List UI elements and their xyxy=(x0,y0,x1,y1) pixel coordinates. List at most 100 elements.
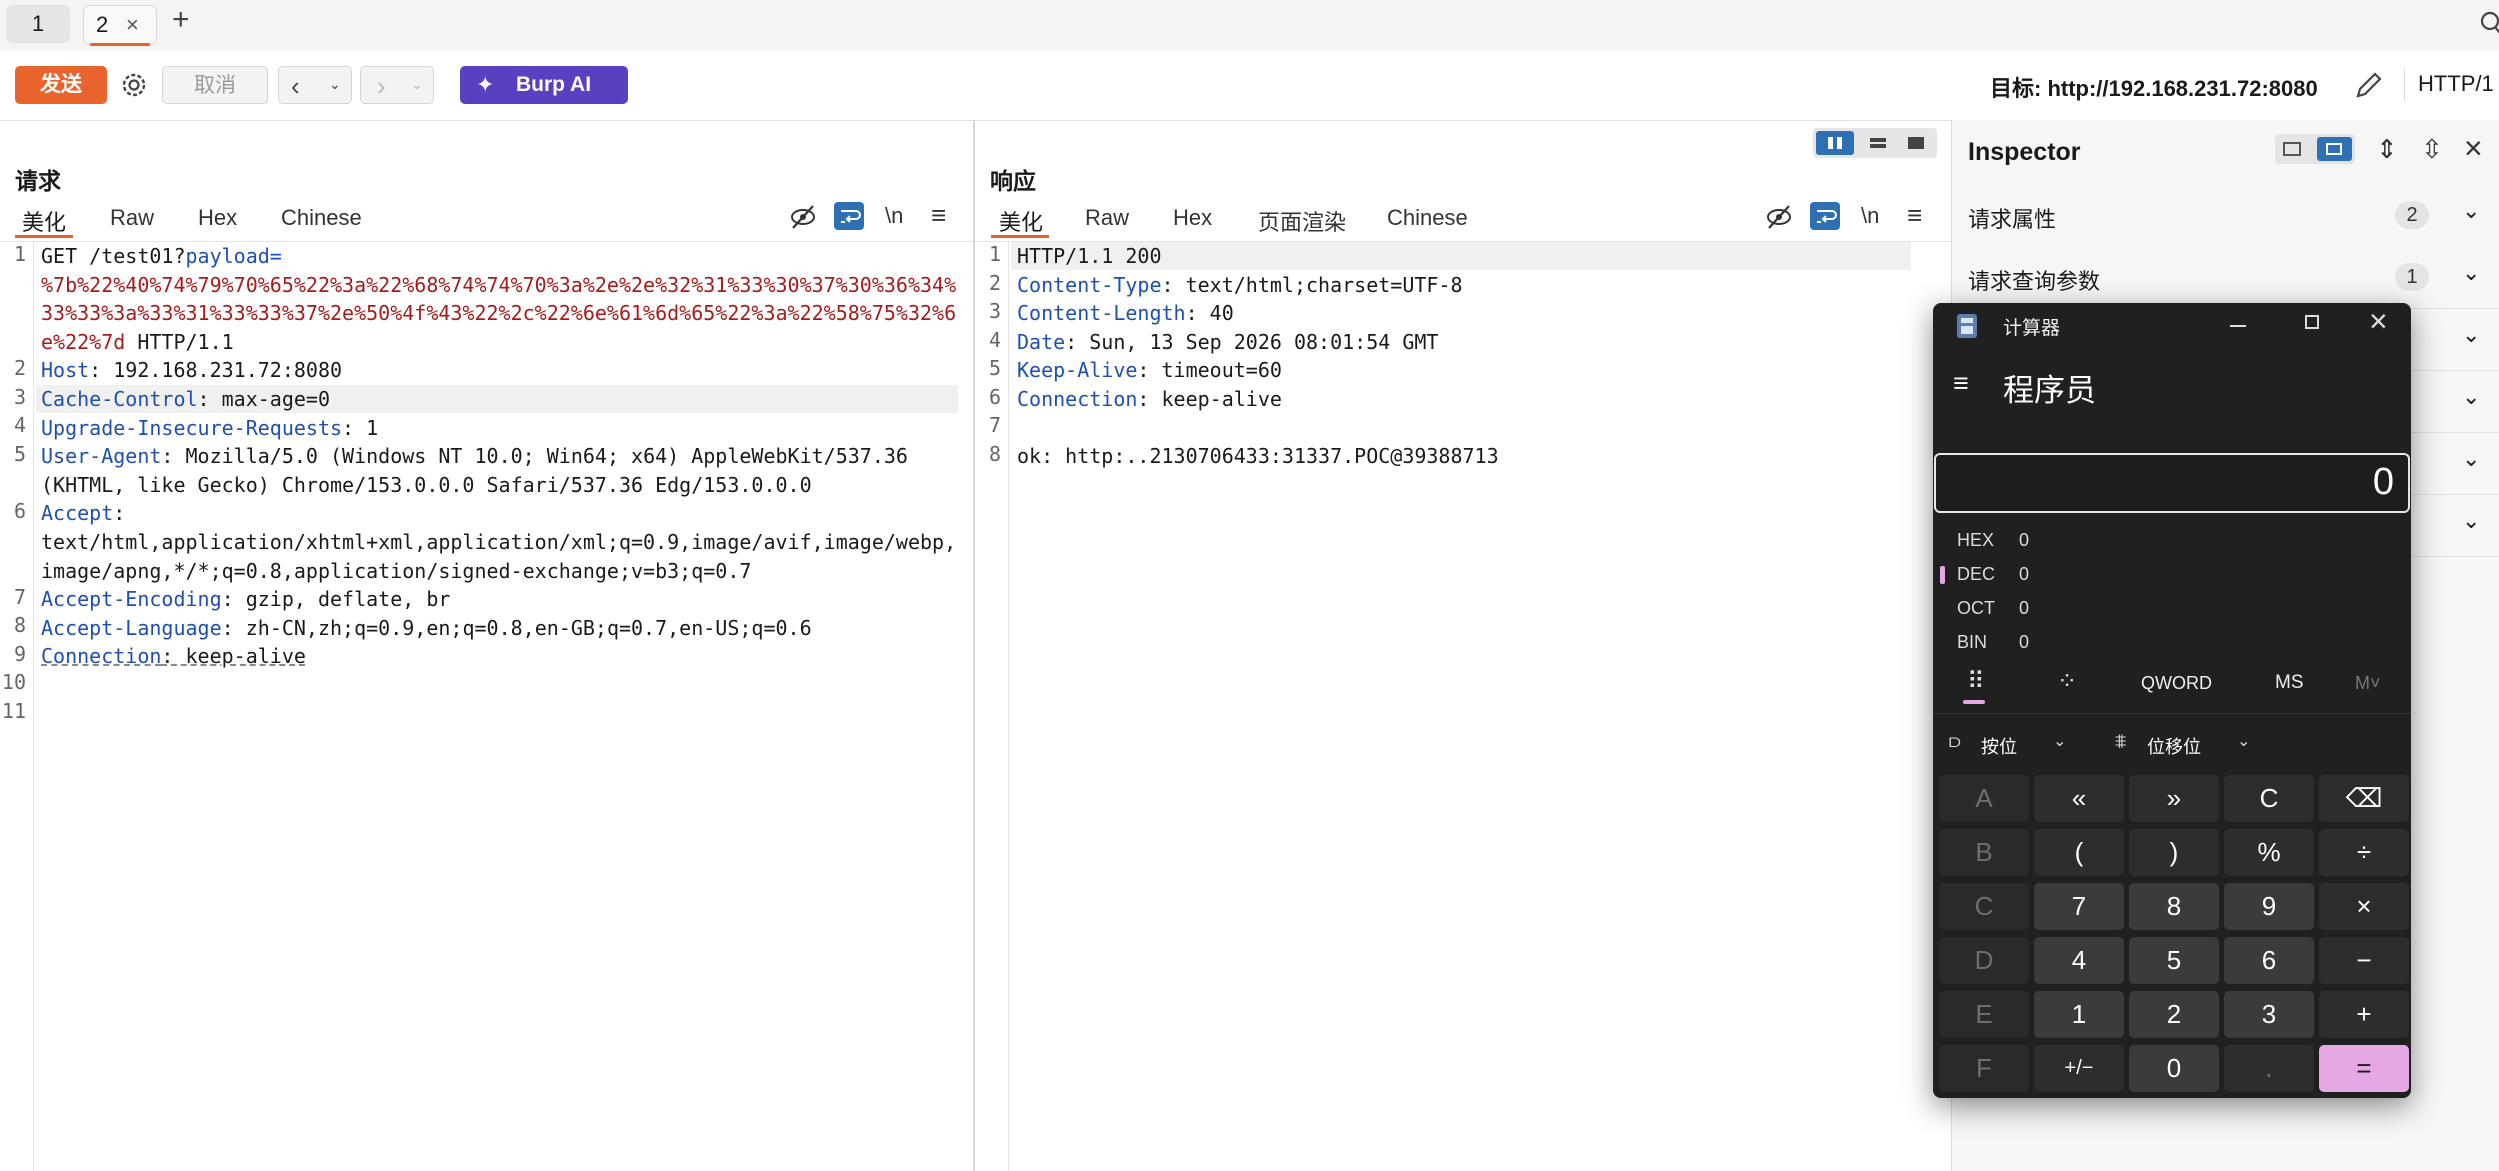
key-decimal[interactable]: . xyxy=(2224,1045,2314,1092)
request-editor[interactable]: GET /test01?payload= %7b%22%40%74%79%70%6… xyxy=(41,242,956,671)
key-modulo[interactable]: % xyxy=(2224,829,2314,876)
key-backspace[interactable]: ⌫ xyxy=(2319,775,2409,822)
key-clear[interactable]: C xyxy=(2224,775,2314,822)
tab-label: 1 xyxy=(31,11,45,36)
hide-icon[interactable] xyxy=(1765,203,1793,231)
key-5[interactable]: 5 xyxy=(2129,937,2219,984)
key-6[interactable]: 6 xyxy=(2224,937,2314,984)
tab-pretty[interactable]: 美化 xyxy=(22,205,66,237)
inspector-row-query-params[interactable]: 请求查询参数 1 ⌄ xyxy=(1952,246,2499,309)
key-2[interactable]: 2 xyxy=(2129,991,2219,1038)
key-3[interactable]: 3 xyxy=(2224,991,2314,1038)
response-editor[interactable]: HTTP/1.1 200 Content-Type: text/html;char… xyxy=(1017,242,1499,471)
tab-2[interactable]: 2 × xyxy=(83,5,157,46)
query-param-value: 33%33%3a%33%31%33%33%37%2e%50%4f%43%22%2… xyxy=(41,301,957,326)
forward-button[interactable]: › ⌄ xyxy=(360,66,434,104)
back-button[interactable]: ‹ ⌄ xyxy=(278,66,352,104)
close-icon[interactable]: × xyxy=(126,6,139,44)
sparkle-icon: ✦ xyxy=(476,72,495,97)
key-4[interactable]: 4 xyxy=(2034,937,2124,984)
active-tab-indicator xyxy=(90,43,150,46)
key-hex-c[interactable]: C xyxy=(1939,883,2029,930)
tab-raw[interactable]: Raw xyxy=(110,205,154,231)
header-value: : keep-alive xyxy=(161,644,306,669)
hide-icon[interactable] xyxy=(789,203,817,231)
key-close-paren[interactable]: ) xyxy=(2129,829,2219,876)
wrap-toggle-icon[interactable] xyxy=(834,202,864,230)
tab-render[interactable]: 页面渲染 xyxy=(1258,205,1346,237)
tab-pretty[interactable]: 美化 xyxy=(999,205,1043,237)
key-right-shift[interactable]: » xyxy=(2129,775,2219,822)
key-hex-b[interactable]: B xyxy=(1939,829,2029,876)
menu-icon[interactable]: ≡ xyxy=(931,200,946,231)
chevron-down-icon[interactable]: ⌄ xyxy=(2462,260,2480,286)
line-number: 11 xyxy=(1,699,26,723)
inspector-row-request-attributes[interactable]: 请求属性 2 ⌄ xyxy=(1952,184,2499,247)
key-equals[interactable]: = xyxy=(2319,1045,2409,1092)
panel-right-icon[interactable] xyxy=(2317,137,2352,161)
key-add[interactable]: + xyxy=(2319,991,2409,1038)
gear-icon[interactable] xyxy=(118,69,150,101)
tab-chinese[interactable]: Chinese xyxy=(281,205,362,231)
http-version-button[interactable]: HTTP/1 xyxy=(2418,71,2494,97)
chevron-down-icon[interactable]: ⌄ xyxy=(2462,508,2480,534)
chevron-down-icon[interactable]: ⌄ xyxy=(2462,322,2480,348)
line-number: 3 xyxy=(988,299,1001,323)
tab-raw[interactable]: Raw xyxy=(1085,205,1129,231)
key-hex-d[interactable]: D xyxy=(1939,937,2029,984)
key-left-shift[interactable]: « xyxy=(2034,775,2124,822)
chevron-down-icon[interactable]: ⌄ xyxy=(329,65,341,103)
tab-1[interactable]: 1 xyxy=(6,5,70,43)
key-multiply[interactable]: × xyxy=(2319,883,2409,930)
edit-icon[interactable] xyxy=(2352,68,2386,102)
key-1[interactable]: 1 xyxy=(2034,991,2124,1038)
key-hex-e[interactable]: E xyxy=(1939,991,2029,1038)
send-button[interactable]: 发送 xyxy=(15,66,107,104)
side-by-side-icon[interactable] xyxy=(1816,131,1854,155)
key-subtract[interactable]: − xyxy=(2319,937,2409,984)
newline-toggle[interactable]: \n xyxy=(1861,203,1879,229)
tab-bar: 1 2 × + xyxy=(0,0,2499,51)
search-icon[interactable] xyxy=(2478,10,2499,36)
add-tab-icon[interactable]: + xyxy=(172,3,190,37)
line-number: 1 xyxy=(13,242,26,266)
header-value: : 40 xyxy=(1185,301,1234,326)
key-negate[interactable]: +/− xyxy=(2034,1045,2124,1092)
key-7[interactable]: 7 xyxy=(2034,883,2124,930)
stacked-icon[interactable] xyxy=(1863,131,1893,155)
key-divide[interactable]: ÷ xyxy=(2319,829,2409,876)
protocol: HTTP/1.1 xyxy=(125,329,234,354)
tab-hex[interactable]: Hex xyxy=(198,205,237,231)
line-number: 6 xyxy=(988,385,1001,409)
close-icon[interactable]: × xyxy=(2464,130,2483,167)
chevron-down-icon[interactable]: ⌄ xyxy=(411,65,423,103)
query-param-name: payload= xyxy=(185,244,282,268)
count-badge: 1 xyxy=(2395,263,2429,291)
burp-ai-button[interactable]: ✦ Burp AI xyxy=(460,66,628,104)
chevron-down-icon[interactable]: ⌄ xyxy=(2462,384,2480,410)
header-value: : text/html;charset=UTF-8 xyxy=(1161,272,1463,297)
tab-hex[interactable]: Hex xyxy=(1173,205,1212,231)
chevron-down-icon[interactable]: ⌄ xyxy=(2462,198,2480,224)
chevron-down-icon[interactable]: ⌄ xyxy=(2462,446,2480,472)
key-8[interactable]: 8 xyxy=(2129,883,2219,930)
key-9[interactable]: 9 xyxy=(2224,883,2314,930)
menu-icon[interactable]: ≡ xyxy=(1907,200,1922,231)
tabs-layout-icon[interactable] xyxy=(1901,131,1931,155)
key-open-paren[interactable]: ( xyxy=(2034,829,2124,876)
query-param-value: e%22%7d xyxy=(41,329,126,354)
newline-toggle[interactable]: \n xyxy=(885,203,903,229)
panel-left-icon[interactable] xyxy=(2283,142,2301,156)
collapse-all-icon[interactable]: ⇳ xyxy=(2421,134,2443,165)
key-0[interactable]: 0 xyxy=(2129,1045,2219,1092)
expand-all-icon[interactable]: ⇕ xyxy=(2376,134,2398,165)
key-hex-f[interactable]: F xyxy=(1939,1045,2029,1092)
response-body: ok: http:..2130706433:31337.POC@39388713 xyxy=(1017,444,1499,469)
inspector-layout-toggle xyxy=(2275,134,2355,164)
cancel-button[interactable]: 取消 xyxy=(162,66,268,104)
header-name: Host xyxy=(41,358,90,383)
tab-chinese[interactable]: Chinese xyxy=(1387,205,1468,231)
wrap-toggle-icon[interactable] xyxy=(1810,202,1840,230)
key-hex-a[interactable]: A xyxy=(1939,775,2029,822)
request-line-1: GET /test01?payload= xyxy=(41,242,956,271)
